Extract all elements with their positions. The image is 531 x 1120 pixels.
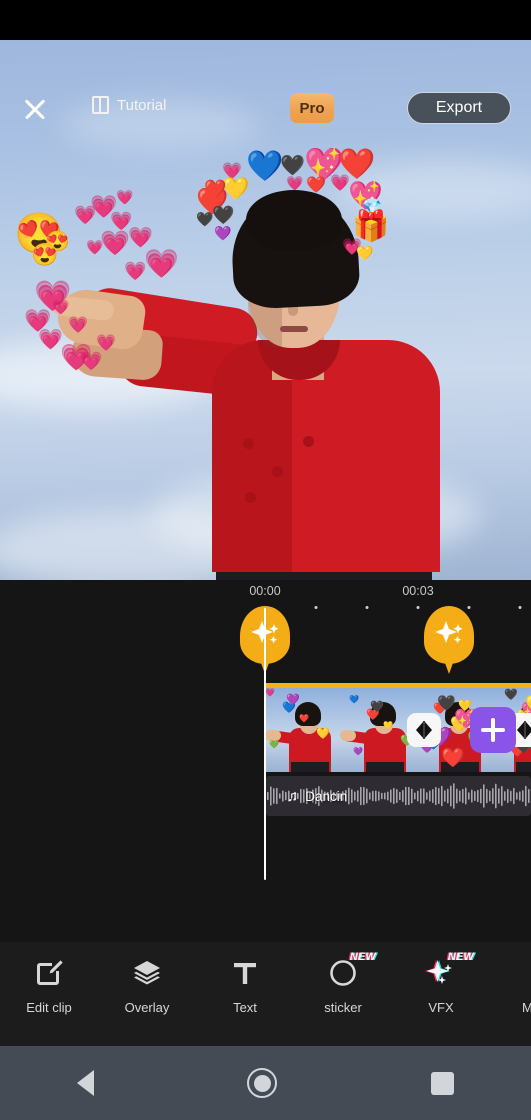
add-clip-button[interactable] — [470, 707, 516, 753]
toolbar-item-label: VFX — [428, 1000, 454, 1015]
new-badge: NEW — [349, 951, 376, 963]
emoji-sticker[interactable]: 💙 — [246, 152, 283, 182]
export-label: Export — [435, 99, 483, 116]
ruler-tick — [416, 606, 420, 609]
emoji-sticker[interactable]: 🖤 — [280, 156, 305, 176]
new-badge: NEW — [447, 951, 474, 963]
book-icon — [92, 96, 109, 114]
ruler-tick — [365, 606, 369, 609]
emoji-sticker[interactable]: 💗 — [86, 240, 103, 254]
transition-button[interactable] — [407, 713, 441, 747]
audio-track[interactable]: ♫ Dancin — [265, 776, 531, 816]
toolbar-item-label: sticker — [324, 1000, 362, 1015]
emoji-sticker[interactable]: 🎁 — [352, 212, 389, 242]
music-note-icon: ♫ — [287, 787, 299, 805]
toolbar-item-label: Music — [522, 1000, 531, 1015]
toolbar-item-edit-clip[interactable]: Edit clip — [0, 956, 98, 1015]
clip-thumbnail[interactable]: 💗 💙 ❤️ 💛 💚 💜 — [265, 688, 340, 772]
ruler-tick — [314, 606, 318, 609]
android-back-icon[interactable] — [76, 1070, 94, 1096]
timeline-effect-marker[interactable] — [424, 606, 474, 674]
emoji-sticker[interactable]: 💗 — [286, 176, 303, 190]
edit-clip-icon — [32, 956, 66, 990]
emoji-sticker[interactable]: 💗 — [80, 352, 102, 370]
top-bar: Tutorial Pro Export — [0, 40, 531, 124]
editor-toolbar[interactable]: Edit clip Overlay Text NEW sticker NEW VFX Musi… — [0, 942, 531, 1046]
emoji-sticker[interactable]: 💛 — [356, 246, 373, 260]
layers-icon — [130, 956, 164, 990]
transition-icon — [517, 721, 531, 739]
audio-title: Dancin — [305, 788, 348, 804]
pro-label: Pro — [299, 99, 325, 117]
android-navigation-bar[interactable] — [0, 1046, 531, 1120]
timeline-panel[interactable]: 00:0000:03 💗💙❤️💛💚💜💙❤️💛💚💜🖤❤️💛💚💜🖤💖💗💙❤️💛💚💜💛… — [0, 580, 531, 942]
emoji-sticker[interactable]: ❤️ — [306, 178, 326, 194]
status-bar — [0, 0, 531, 40]
emoji-sticker[interactable]: 💗 — [128, 228, 153, 248]
toolbar-item-music[interactable]: Music — [490, 956, 531, 1015]
music-icon — [522, 956, 531, 990]
ruler-tick — [518, 606, 522, 609]
toolbar-item-sticker[interactable]: NEW sticker — [294, 951, 392, 1015]
emoji-sticker[interactable]: 💜 — [214, 226, 231, 240]
android-home-icon[interactable] — [247, 1068, 278, 1098]
emoji-sticker[interactable]: 🖤 — [212, 206, 234, 224]
sparkle-icon — [435, 621, 463, 644]
emoji-sticker[interactable]: 💗 — [144, 250, 179, 278]
emoji-sticker[interactable]: 💗 — [124, 262, 146, 280]
tutorial-label: Tutorial — [117, 96, 167, 114]
android-recents-icon[interactable] — [431, 1071, 455, 1095]
close-icon[interactable] — [22, 96, 48, 122]
emoji-sticker[interactable]: 💗 — [96, 336, 116, 352]
export-button[interactable]: Export — [407, 92, 511, 124]
tutorial-button[interactable]: Tutorial — [92, 96, 166, 114]
pro-badge[interactable]: Pro — [290, 93, 334, 123]
emoji-sticker[interactable]: 🖤 — [196, 212, 213, 226]
toolbar-item-text[interactable]: Text — [196, 956, 294, 1015]
emoji-sticker[interactable]: 💗 — [330, 176, 350, 192]
toolbar-item-label: Text — [233, 1000, 257, 1015]
toolbar-item-label: Edit clip — [26, 1000, 72, 1015]
emoji-sticker[interactable]: 💗 — [116, 190, 133, 204]
ruler-label: 00:00 — [249, 584, 281, 598]
text-icon — [228, 956, 262, 990]
emoji-sticker[interactable]: ❤️ — [204, 180, 226, 198]
emoji-sticker[interactable]: 💗 — [100, 232, 130, 256]
emoji-sticker[interactable]: 💗 — [68, 318, 88, 334]
toolbar-item-overlay[interactable]: Overlay — [98, 956, 196, 1015]
toolbar-item-vfx[interactable]: NEW VFX — [392, 951, 490, 1015]
video-editor-screen: 😍 😍 😍 💗 💗 💗 💗 💗 💗 💗 💗 💗 💗 💗 💗 💗 💗 💗 💗 💗 ❤️ 💙 🖤 💖 ❤️ 💗 💛 ❤️ 🖤 💜 🖤 💗 💖 💎 🎁 💗 💛… — [0, 0, 531, 1120]
transition-icon — [416, 721, 432, 739]
ruler-label: 00:03 — [402, 584, 434, 598]
emoji-sticker[interactable]: 😍 — [31, 244, 58, 266]
emoji-sticker[interactable]: 💗 — [52, 300, 69, 314]
toolbar-item-label: Overlay — [124, 1000, 170, 1015]
clip-thumbnail[interactable]: 💙❤️💛💚💜🖤 — [340, 688, 415, 772]
